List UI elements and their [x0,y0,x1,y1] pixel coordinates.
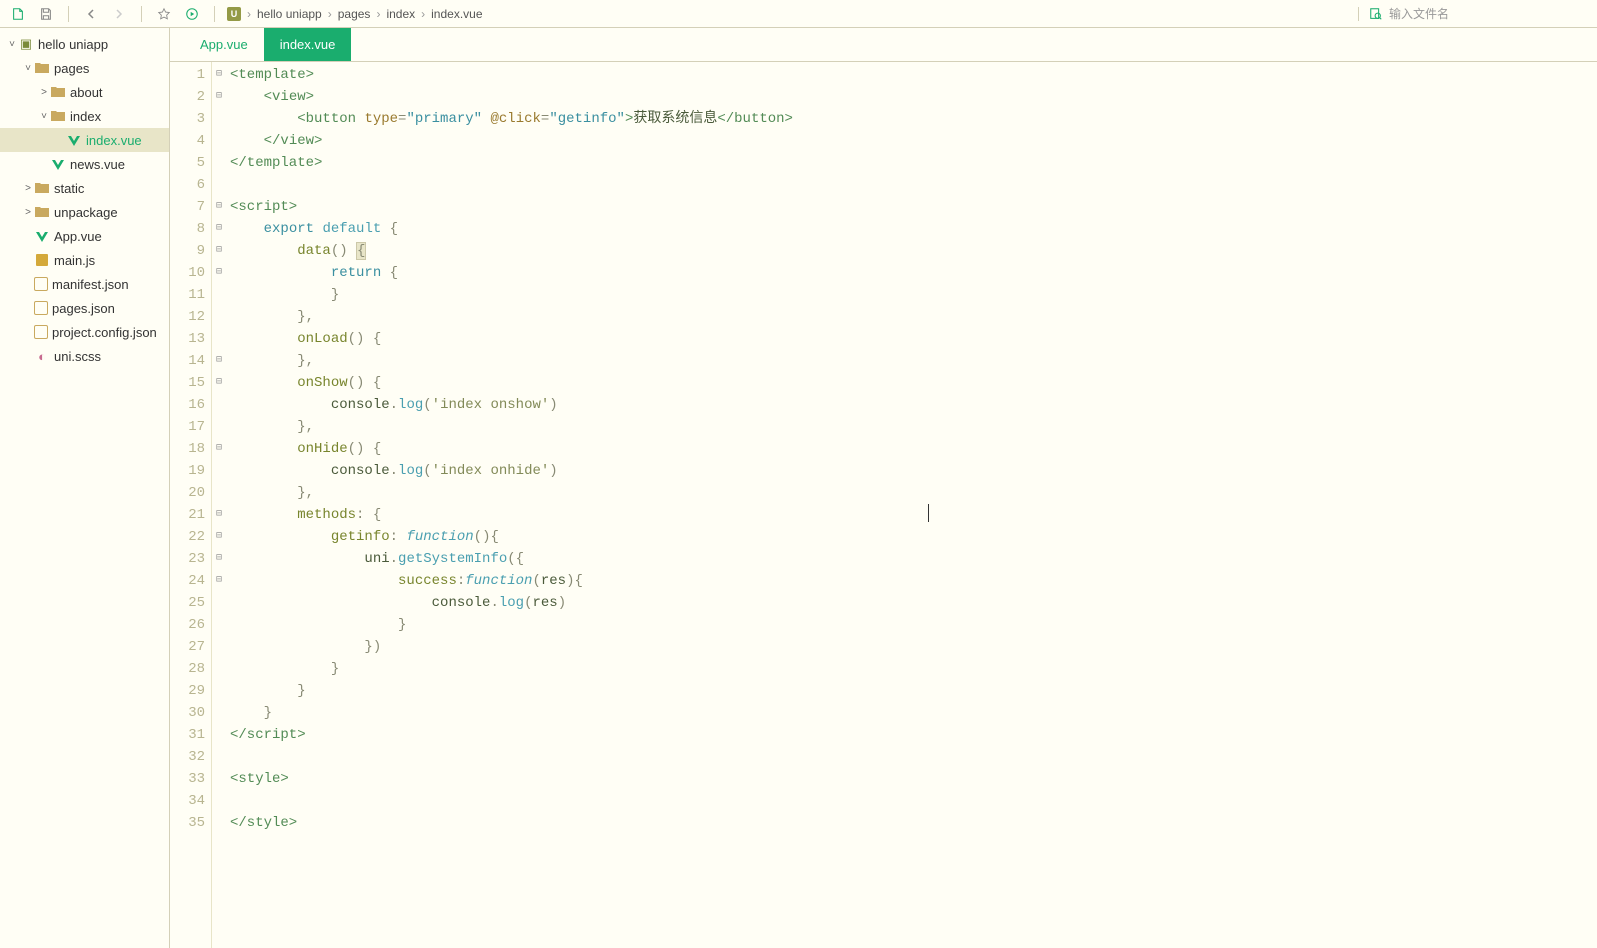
tree-label: hello uniapp [38,37,108,52]
chevron-right-icon: › [247,7,251,21]
tree-item-uni-scss[interactable]: ◐ uni.scss [0,344,169,368]
tree-item-main-js[interactable]: main.js [0,248,169,272]
chevron-right-icon: > [22,207,34,218]
search-input[interactable] [1389,7,1589,21]
tree-item-project-config-json[interactable]: project.config.json [0,320,169,344]
tree-item-pages-json[interactable]: pages.json [0,296,169,320]
tree-label: static [54,181,84,196]
search-box [1358,7,1589,21]
tree-item-pages[interactable]: ˅ pages [0,56,169,80]
tree-label: index.vue [86,133,142,148]
json-icon [34,325,48,339]
breadcrumb-item[interactable]: hello uniapp [257,7,322,21]
scss-icon: ◐ [34,348,50,364]
project-icon: ▣ [18,36,34,52]
tree-item-manifest-json[interactable]: manifest.json [0,272,169,296]
chevron-down-icon: ˅ [22,63,34,74]
js-icon [34,252,50,268]
breadcrumb-item[interactable]: pages [338,7,371,21]
chevron-down-icon: ˅ [6,39,18,50]
text-cursor [928,504,929,522]
json-icon [34,277,48,291]
separator [214,6,215,22]
tree-item-static[interactable]: > static [0,176,169,200]
tree-item-index-vue[interactable]: index.vue [0,128,169,152]
folder-icon [50,108,66,124]
folder-icon [50,84,66,100]
back-icon[interactable] [81,4,101,24]
tab-bar: App.vueindex.vue [170,28,1597,62]
star-icon[interactable] [154,4,174,24]
new-file-icon[interactable] [8,4,28,24]
tree-item-news-vue[interactable]: news.vue [0,152,169,176]
code-content[interactable]: <template> <view> <button type="primary"… [226,62,1597,948]
folder-icon [34,180,50,196]
vue-icon [34,228,50,244]
tree-item-index[interactable]: ˅ index [0,104,169,128]
tree-label: main.js [54,253,95,268]
tree-label: news.vue [70,157,125,172]
folder-icon [34,204,50,220]
editor: App.vueindex.vue 12345678910111213141516… [170,28,1597,948]
vue-icon [50,156,66,172]
chevron-right-icon: › [328,7,332,21]
project-icon: U [227,7,241,21]
tree-item-App-vue[interactable]: App.vue [0,224,169,248]
chevron-right-icon: > [38,87,50,98]
tree-label: manifest.json [52,277,129,292]
tree-label: pages.json [52,301,115,316]
fold-column[interactable]: ⊟⊟⊟⊟⊟⊟⊟⊟⊟⊟⊟⊟⊟ [212,62,226,948]
breadcrumb-item[interactable]: index [386,7,415,21]
separator [68,6,69,22]
search-icon[interactable] [1369,7,1383,21]
file-explorer: ˅ ▣ hello uniapp ˅ pages > about ˅ index index… [0,28,170,948]
breadcrumb-item[interactable]: index.vue [431,7,482,21]
tree-label: project.config.json [52,325,157,340]
toolbar: U › hello uniapp › pages › index › index… [0,0,1597,28]
forward-icon[interactable] [109,4,129,24]
chevron-right-icon: › [376,7,380,21]
tree-label: index [70,109,101,124]
line-numbers: 1234567891011121314151617181920212223242… [170,62,212,948]
breadcrumb[interactable]: U › hello uniapp › pages › index › index… [227,7,483,21]
play-icon[interactable] [182,4,202,24]
tree-label: App.vue [54,229,102,244]
tab-index-vue[interactable]: index.vue [264,28,352,61]
tree-label: about [70,85,103,100]
tree-item-unpackage[interactable]: > unpackage [0,200,169,224]
vue-icon [66,132,82,148]
folder-icon [34,60,50,76]
chevron-right-icon: > [22,183,34,194]
separator [141,6,142,22]
tree-label: uni.scss [54,349,101,364]
code-editor[interactable]: 1234567891011121314151617181920212223242… [170,62,1597,948]
json-icon [34,301,48,315]
tree-item-about[interactable]: > about [0,80,169,104]
tab-App-vue[interactable]: App.vue [184,28,264,61]
tree-root[interactable]: ˅ ▣ hello uniapp [0,32,169,56]
save-icon[interactable] [36,4,56,24]
tree-label: unpackage [54,205,118,220]
chevron-right-icon: › [421,7,425,21]
chevron-down-icon: ˅ [38,111,50,122]
tree-label: pages [54,61,89,76]
